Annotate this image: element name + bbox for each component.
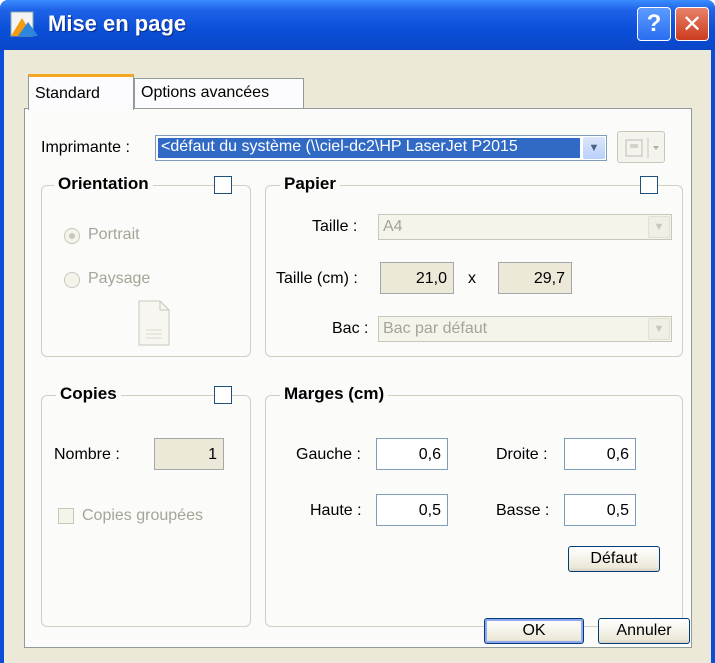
paper-tray-label: Bac : [332, 320, 369, 337]
portrait-label: Portrait [88, 226, 140, 243]
paper-size-select[interactable]: A4 ▼ [378, 214, 672, 240]
margin-right-label: Droite : [496, 446, 548, 463]
page-portrait-icon [138, 300, 170, 346]
dialog-body: Standard Options avancées Imprimante : <… [4, 50, 711, 663]
close-button[interactable]: ✕ [675, 7, 709, 41]
printer-select[interactable]: <défaut du système (\\ciel-dc2\HP LaserJ… [155, 135, 607, 161]
collate-label: Copies groupées [82, 507, 203, 524]
tab-panel-standard: Imprimante : <défaut du système (\\ciel-… [24, 108, 692, 648]
dialog-window: Mise en page ? ✕ Standard Options avancé… [0, 0, 715, 663]
tab-options-avancees[interactable]: Options avancées [134, 78, 304, 108]
copies-title: Copies [56, 384, 121, 404]
margin-left-field[interactable]: 0,6 [376, 438, 448, 470]
dimension-separator: x [468, 270, 476, 287]
portrait-radio[interactable] [64, 228, 80, 244]
copies-group: Copies Nombre : 1 Copies groupées [41, 384, 251, 627]
printer-label: Imprimante : [41, 139, 130, 156]
margin-bottom-label: Basse : [496, 502, 550, 519]
paper-title: Papier [280, 174, 340, 194]
margins-default-button[interactable]: Défaut [568, 546, 660, 572]
paper-size-cm-label: Taille (cm) : [276, 270, 358, 287]
title-bar[interactable]: Mise en page ? ✕ [0, 0, 715, 50]
paper-width-field[interactable]: 21,0 [380, 262, 454, 294]
orientation-title: Orientation [54, 174, 153, 194]
margin-left-label: Gauche : [296, 446, 361, 463]
group-rule [192, 185, 212, 186]
margins-group: Marges (cm) Gauche : 0,6 Droite : 0,6 Ha… [265, 384, 683, 627]
tab-standard[interactable]: Standard [28, 74, 134, 110]
orientation-checkbox[interactable] [214, 176, 232, 194]
landscape-radio[interactable] [64, 272, 80, 288]
paper-checkbox[interactable] [640, 176, 658, 194]
chevron-down-icon[interactable]: ▼ [648, 216, 670, 238]
paper-tray-select[interactable]: Bac par défaut ▼ [378, 316, 672, 342]
copies-checkbox[interactable] [214, 386, 232, 404]
margins-title: Marges (cm) [280, 384, 389, 404]
margin-top-label: Haute : [310, 502, 362, 519]
chevron-down-icon[interactable]: ▼ [583, 137, 605, 159]
margin-top-field[interactable]: 0,5 [376, 494, 448, 526]
copies-number-label: Nombre : [54, 446, 120, 463]
copies-number-field[interactable]: 1 [154, 438, 224, 470]
margin-right-field[interactable]: 0,6 [564, 438, 636, 470]
page-setup-icon [10, 11, 38, 37]
margin-bottom-field[interactable]: 0,5 [564, 494, 636, 526]
help-button[interactable]: ? [637, 7, 671, 41]
printer-properties-button[interactable] [617, 131, 665, 163]
window-title: Mise en page [48, 11, 187, 36]
collate-checkbox[interactable] [58, 508, 74, 524]
cancel-button[interactable]: Annuler [598, 618, 690, 644]
ok-button[interactable]: OK [484, 618, 584, 644]
paper-tray-value: Bac par défaut [383, 320, 488, 337]
paper-height-field[interactable]: 29,7 [498, 262, 572, 294]
landscape-label: Paysage [88, 270, 151, 287]
paper-group: Papier Taille : A4 ▼ Taille (cm) : 21,0 … [265, 174, 683, 357]
chevron-down-icon[interactable]: ▼ [648, 318, 670, 340]
orientation-group: Orientation Portrait Paysage [41, 174, 251, 357]
printer-selected-value: <défaut du système (\\ciel-dc2\HP LaserJ… [158, 138, 580, 158]
paper-size-label: Taille : [312, 218, 358, 235]
paper-size-value: A4 [383, 218, 403, 235]
printer-properties-icon [625, 138, 659, 158]
